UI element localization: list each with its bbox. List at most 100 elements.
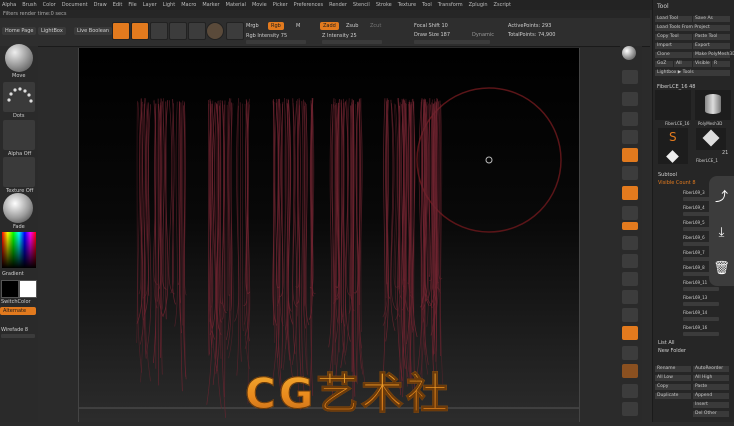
- edit-mode-button[interactable]: [112, 22, 130, 40]
- brush-thumbnail[interactable]: [5, 44, 33, 72]
- wirefade-track[interactable]: [1, 334, 35, 338]
- tool-tray-button[interactable]: Export: [693, 43, 730, 49]
- menu-item-alpha[interactable]: Alpha: [2, 2, 16, 8]
- local-button[interactable]: [622, 130, 638, 144]
- lsym-button[interactable]: [622, 148, 638, 162]
- z-intensity-track[interactable]: [322, 40, 382, 44]
- alternate-button[interactable]: Alternate: [0, 307, 36, 315]
- floor-button[interactable]: [622, 112, 638, 126]
- subtool-action-button[interactable]: Duplicate: [655, 393, 691, 399]
- menu-item-stencil[interactable]: Stencil: [353, 2, 370, 8]
- subtool-header[interactable]: Subtool: [658, 172, 677, 178]
- subtool-item[interactable]: [683, 317, 719, 321]
- menu-item-material[interactable]: Material: [226, 2, 246, 8]
- subtool-item-label[interactable]: FiberL69_4: [683, 205, 705, 211]
- m-toggle[interactable]: M: [296, 23, 300, 29]
- tool-tray-button[interactable]: All: [674, 61, 692, 67]
- tool-tray-button[interactable]: Import: [655, 43, 692, 49]
- subtool-action-button[interactable]: All High: [693, 375, 729, 381]
- focal-shift-slider[interactable]: Focal Shift 10: [414, 23, 448, 29]
- subtool-item-label[interactable]: FiberL69_7: [683, 250, 705, 256]
- subtool-item-label[interactable]: FiberL69_8: [683, 265, 705, 271]
- xpose-button[interactable]: [622, 346, 638, 360]
- spix-button[interactable]: [622, 70, 638, 84]
- subtool-item-label[interactable]: FiberL69_6: [683, 235, 705, 241]
- dynamic-toggle[interactable]: Dynamic: [472, 32, 494, 38]
- menu-item-render[interactable]: Render: [329, 2, 347, 8]
- tool-tray-button[interactable]: Load Tool: [655, 16, 692, 22]
- menu-item-texture[interactable]: Texture: [398, 2, 416, 8]
- subtool-item-label[interactable]: FiberL69_14: [683, 310, 707, 316]
- rotate-mode-button[interactable]: [188, 22, 206, 40]
- menu-item-brush[interactable]: Brush: [22, 2, 36, 8]
- main-color-swatch[interactable]: [1, 280, 19, 298]
- rgb-toggle[interactable]: Rgb: [268, 22, 284, 30]
- polyf-button[interactable]: [622, 272, 638, 286]
- rgb-intensity-slider[interactable]: Rgb Intensity 75: [246, 33, 287, 39]
- menu-item-file[interactable]: File: [128, 2, 136, 8]
- subtool-item[interactable]: [683, 302, 719, 306]
- subtool-action-button[interactable]: Rename: [655, 366, 691, 372]
- polygroup-button[interactable]: [622, 402, 638, 416]
- subtool-item[interactable]: [683, 287, 719, 291]
- menu-item-zplugin[interactable]: Zplugin: [469, 2, 488, 8]
- move-button[interactable]: [622, 186, 638, 200]
- wirefade-slider[interactable]: Wirefade 8: [1, 327, 28, 333]
- z-intensity-slider[interactable]: Z Intensity 25: [322, 33, 357, 39]
- tool-tray-button[interactable]: Clone: [655, 52, 692, 58]
- menu-item-stroke[interactable]: Stroke: [376, 2, 392, 8]
- visible-count[interactable]: Visible Count 8: [658, 180, 696, 186]
- menu-item-movie[interactable]: Movie: [252, 2, 267, 8]
- texture-thumbnail[interactable]: [3, 157, 35, 187]
- menu-item-macro[interactable]: Macro: [181, 2, 196, 8]
- rotate-button[interactable]: [622, 236, 638, 250]
- new-folder-button[interactable]: New Folder: [658, 348, 686, 354]
- snapshot-button[interactable]: [622, 384, 638, 398]
- ghost-button[interactable]: [622, 308, 638, 322]
- sphere-button[interactable]: [226, 22, 244, 40]
- share-icon[interactable]: ⤴: [715, 186, 728, 205]
- tool-tray-button[interactable]: Copy Tool: [655, 34, 692, 40]
- mrgb-toggle[interactable]: Mrgb: [246, 23, 259, 29]
- subtool-item-label[interactable]: FiberL69_5: [683, 220, 705, 226]
- subtool-item-label[interactable]: FiberL69_16: [683, 325, 707, 331]
- menu-item-draw[interactable]: Draw: [94, 2, 107, 8]
- list-all-button[interactable]: List All: [658, 340, 675, 346]
- color-picker[interactable]: [2, 232, 36, 268]
- rgb-intensity-track[interactable]: [246, 40, 306, 44]
- home-page-button[interactable]: Home Page: [2, 27, 36, 35]
- delete-icon[interactable]: 🗑: [713, 261, 730, 276]
- menu-item-light[interactable]: Light: [163, 2, 175, 8]
- tool-thumb-eraser[interactable]: [696, 128, 726, 150]
- menu-item-edit[interactable]: Edit: [113, 2, 123, 8]
- gizmo-button[interactable]: [206, 22, 224, 40]
- persp-button[interactable]: [622, 92, 638, 106]
- subtool-item[interactable]: [683, 332, 719, 336]
- tool-tray-button[interactable]: R: [712, 61, 730, 67]
- subtool-action-button[interactable]: All Low: [655, 375, 691, 381]
- zadd-toggle[interactable]: Zadd: [320, 22, 339, 30]
- subtool-action-button[interactable]: Copy: [655, 384, 691, 390]
- menu-item-transform[interactable]: Transform: [438, 2, 463, 8]
- subtool-action-button[interactable]: Append: [693, 393, 729, 399]
- download-icon[interactable]: ⤓: [719, 225, 725, 240]
- frame-button[interactable]: [622, 166, 638, 180]
- scale-mode-button[interactable]: [169, 22, 187, 40]
- tool-thumb-main[interactable]: [655, 90, 691, 120]
- secondary-color-swatch[interactable]: [19, 280, 37, 298]
- subtool-item-label[interactable]: FiberL69_3: [683, 190, 705, 196]
- menu-item-color[interactable]: Color: [43, 2, 56, 8]
- subtool-item-label[interactable]: FiberL69_11: [683, 280, 707, 286]
- menu-item-tool[interactable]: Tool: [422, 2, 432, 8]
- subtool-action-button[interactable]: Insert: [693, 402, 729, 408]
- tool-tray-button[interactable]: Paste Tool: [693, 34, 730, 40]
- lock-button[interactable]: [622, 364, 638, 378]
- switch-color-button[interactable]: SwitchColor: [1, 299, 31, 305]
- draw-size-track[interactable]: [414, 40, 490, 44]
- menu-item-marker[interactable]: Marker: [202, 2, 219, 8]
- alpha-thumbnail[interactable]: [3, 120, 35, 150]
- tool-thumb-cylinder[interactable]: [695, 90, 731, 120]
- zcut-toggle[interactable]: Zcut: [370, 23, 381, 29]
- solo-button[interactable]: [622, 326, 638, 340]
- bpr-render-button[interactable]: [622, 46, 636, 60]
